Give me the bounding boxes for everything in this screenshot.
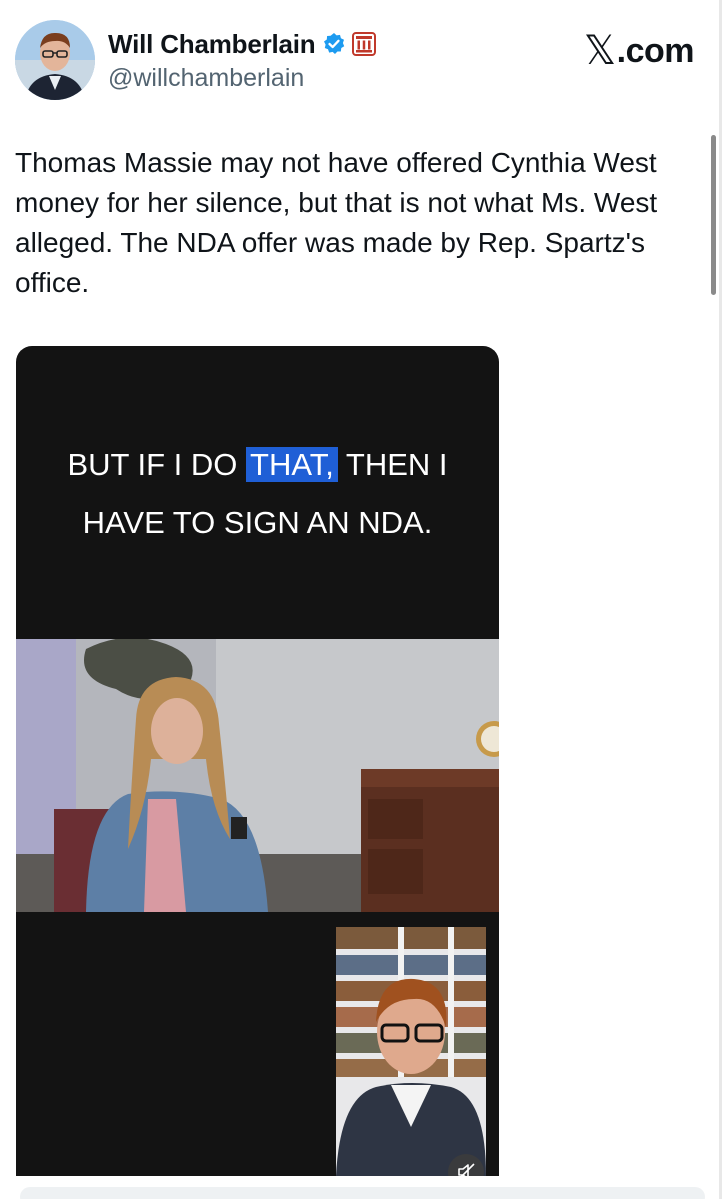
caption-line-1: BUT IF I DO THAT, THEN I (16, 436, 499, 494)
video-caption: BUT IF I DO THAT, THEN I HAVE TO SIGN AN… (16, 436, 499, 552)
site-logo: 𝕏 .com (583, 28, 695, 74)
avatar[interactable] (15, 20, 95, 100)
affiliation-badge-icon[interactable] (351, 32, 376, 56)
caption-line-2: HAVE TO SIGN AN NDA. (82, 505, 433, 540)
pip-video[interactable] (336, 927, 486, 1176)
author-name[interactable]: Will Chamberlain (108, 29, 316, 60)
muted-speaker-icon (458, 1163, 475, 1176)
reply-bar[interactable] (20, 1187, 705, 1199)
x-logo-icon: 𝕏 (583, 28, 616, 74)
verified-check-icon (323, 33, 344, 54)
video-player[interactable]: BUT IF I DO THAT, THEN I HAVE TO SIGN AN… (16, 346, 499, 1176)
caption-highlight: THAT, (246, 447, 338, 482)
tweet-text: Thomas Massie may not have offered Cynth… (15, 147, 658, 298)
scrollbar-thumb[interactable] (711, 135, 716, 295)
site-logo-label: .com (616, 31, 695, 70)
interview-scene (16, 639, 499, 912)
tweet-header: Will Chamberlain @willchamberlain 𝕏 .com (0, 0, 722, 110)
caption-post: THEN I (337, 447, 448, 482)
author-row: Will Chamberlain (108, 27, 376, 61)
caption-pre: BUT IF I DO (67, 447, 247, 482)
author-handle[interactable]: @willchamberlain (108, 64, 304, 93)
